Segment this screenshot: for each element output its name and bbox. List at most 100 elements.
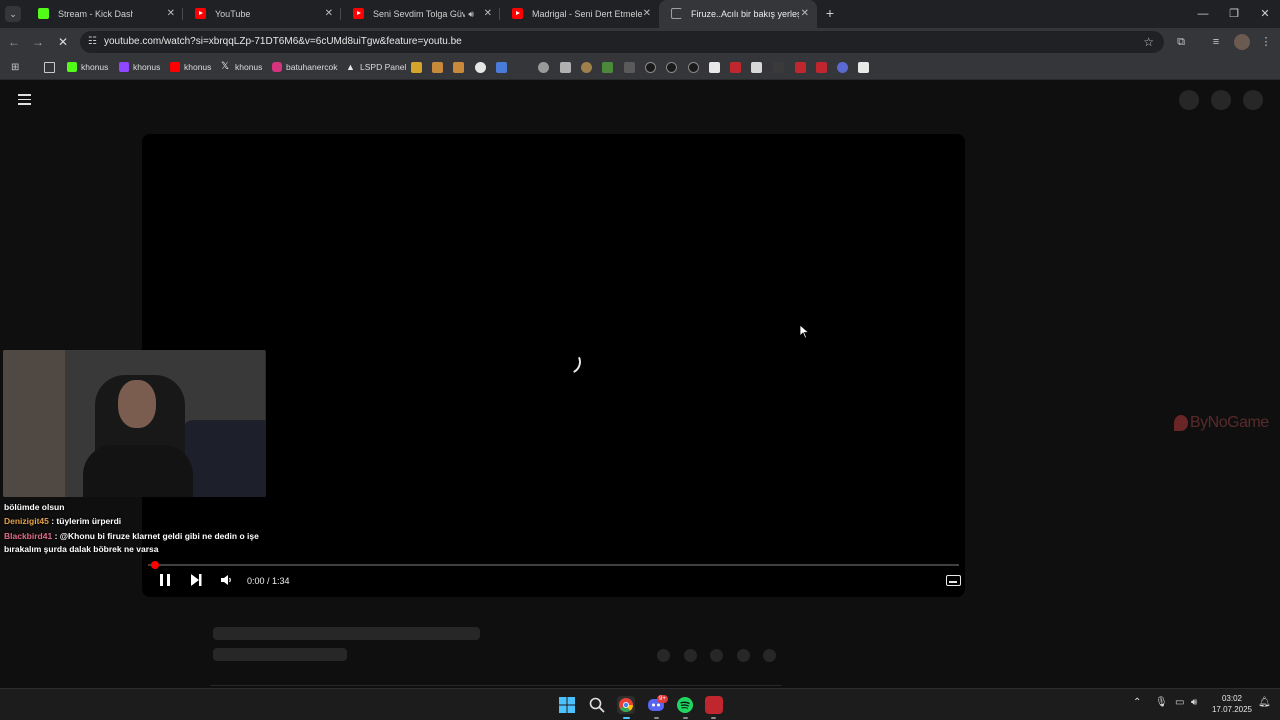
next-button[interactable] <box>189 573 203 589</box>
bookmarks-bar: ⊞ khonus khonus khonus 𝕏khonus batuhaner… <box>0 56 1280 80</box>
chat-line: Blackbird41 : @Khonu bi firuze klarnet g… <box>4 530 259 543</box>
close-window-button[interactable]: ✕ <box>1249 0 1280 28</box>
channel-skeleton <box>213 648 347 661</box>
chat-username: Blackbird41 <box>4 531 53 541</box>
webcam-overlay <box>3 350 266 497</box>
webcam-streamer-body <box>83 445 193 497</box>
address-bar[interactable]: ☷ youtube.com/watch?si=xbrqqLZp-71DT6M6&… <box>80 31 1164 53</box>
site-info-icon[interactable]: ☷ <box>88 36 100 48</box>
bookmark-x[interactable]: 𝕏khonus <box>221 56 262 80</box>
shield-icon[interactable] <box>496 62 507 73</box>
site-icon[interactable] <box>816 62 827 73</box>
notifications-icon[interactable]: 🔔︎ <box>1258 697 1271 708</box>
action-skeleton <box>763 649 776 662</box>
site-icon[interactable] <box>751 62 762 73</box>
tab-title: Madrigal - Seni Dert Etmeler ( 5 <box>532 9 642 19</box>
volume-tray-icon[interactable]: 🔊︎ <box>1191 697 1197 708</box>
tab-youtube[interactable]: YouTube ✕ <box>183 0 341 28</box>
site-icon[interactable] <box>709 62 720 73</box>
watermark: ByNoGame <box>1174 414 1269 432</box>
back-button[interactable]: ← <box>5 33 23 51</box>
forward-button[interactable]: → <box>29 33 47 51</box>
chrome-icon[interactable] <box>617 696 635 714</box>
media-control-icon[interactable]: ≡ <box>1208 34 1224 50</box>
gmail-icon[interactable] <box>432 62 443 73</box>
extensions-icon[interactable]: ⧉ <box>1173 34 1189 50</box>
windows-start-icon[interactable] <box>558 696 576 714</box>
search-icon[interactable] <box>588 696 606 714</box>
cursor-icon <box>800 325 810 339</box>
chat-username: Denizigit45 <box>4 516 49 526</box>
youtube-icon <box>170 61 180 72</box>
new-tab-button[interactable]: + <box>822 5 838 21</box>
progress-scrubber[interactable] <box>151 561 159 569</box>
subtitles-icon[interactable] <box>946 575 961 586</box>
site-icon[interactable] <box>602 62 613 73</box>
url-text[interactable]: youtube.com/watch?si=xbrqqLZp-71DT6M6&v=… <box>104 31 462 53</box>
restore-button[interactable]: ❐ <box>1218 0 1250 28</box>
tab-seni-sevdim[interactable]: Seni Sevdim Tolga Güvenç 🔊︎ ✕ <box>341 0 500 28</box>
site-icon[interactable] <box>858 62 869 73</box>
volume-button[interactable] <box>220 573 232 589</box>
site-icon[interactable] <box>795 62 806 73</box>
bookmark-label: khonus <box>133 62 161 72</box>
menu-icon[interactable]: ⋮ <box>1258 34 1274 50</box>
close-icon[interactable]: ✕ <box>325 0 333 28</box>
folder-icon[interactable] <box>44 62 55 73</box>
apps-icon[interactable]: ⊞ <box>11 62 22 73</box>
pause-button[interactable] <box>159 573 171 589</box>
close-icon[interactable]: ✕ <box>167 0 175 28</box>
system-clock[interactable]: 03:02 17.07.2025 <box>1208 693 1256 715</box>
next-icon <box>191 574 202 586</box>
site-icon[interactable] <box>624 62 635 73</box>
show-hidden-icons[interactable]: ⌃ <box>1133 697 1141 708</box>
gmail-icon[interactable] <box>453 62 464 73</box>
spotify-icon[interactable] <box>676 696 694 714</box>
site-icon[interactable] <box>645 62 656 73</box>
bookmark-lspd[interactable]: ▲ LSPD Panel <box>346 56 406 80</box>
bookmark-instagram[interactable]: batuhanercok <box>272 56 338 80</box>
bookmark-twitch[interactable]: khonus <box>119 56 160 80</box>
bookmark-label: khonus <box>81 62 109 72</box>
calculator-icon[interactable] <box>560 62 571 73</box>
stop-loading-button[interactable]: ✕ <box>54 33 72 51</box>
tab-firuze-active[interactable]: Firuze..Acılı bir bakış yerleşirse ✕ <box>659 0 817 28</box>
close-icon[interactable]: ✕ <box>484 0 492 28</box>
profile-avatar[interactable] <box>1234 34 1250 50</box>
action-skeleton <box>710 649 723 662</box>
site-icon[interactable] <box>581 62 592 73</box>
microphone-icon[interactable]: 🎙︎ <box>1155 697 1168 708</box>
hamburger-menu-icon[interactable] <box>18 94 31 105</box>
x-icon: 𝕏 <box>221 60 230 72</box>
tab-madrigal[interactable]: Madrigal - Seni Dert Etmeler ( 5 ✕ <box>500 0 659 28</box>
diamond-icon[interactable] <box>475 62 486 73</box>
divider <box>210 685 782 686</box>
gmail-icon[interactable] <box>411 62 422 73</box>
minimize-button[interactable]: — <box>1187 0 1219 28</box>
bookmark-kick[interactable]: khonus <box>67 56 108 80</box>
streaming-app-icon[interactable] <box>705 696 723 714</box>
bookmark-youtube[interactable]: khonus <box>170 56 211 80</box>
site-icon[interactable] <box>688 62 699 73</box>
site-icon[interactable] <box>730 62 741 73</box>
volume-icon <box>221 575 231 585</box>
running-indicator <box>711 717 716 719</box>
browser-toolbar: ← → ✕ ☷ youtube.com/watch?si=xbrqqLZp-71… <box>0 28 1280 56</box>
running-indicator <box>683 717 688 719</box>
close-icon[interactable]: ✕ <box>643 0 651 28</box>
speaker-icon[interactable]: 🔊︎ <box>468 0 474 28</box>
progress-bar[interactable] <box>148 561 959 569</box>
site-icon[interactable] <box>773 62 784 73</box>
time-total: 1:34 <box>272 576 290 586</box>
network-icon[interactable]: ▭ <box>1175 697 1184 708</box>
globe-icon[interactable] <box>538 62 549 73</box>
close-icon[interactable]: ✕ <box>801 0 809 28</box>
site-icon[interactable] <box>666 62 677 73</box>
bookmark-label: khonus <box>235 62 263 72</box>
tab-kick-dashboard[interactable]: Stream - Kick Dashboard ✕ <box>26 0 183 28</box>
bookmark-star-icon[interactable]: ☆ <box>1143 31 1154 53</box>
loading-spinner-icon <box>553 346 585 378</box>
tab-search-button[interactable]: ⌄ <box>5 6 21 22</box>
site-icon[interactable] <box>837 62 848 73</box>
loading-icon <box>671 8 682 19</box>
